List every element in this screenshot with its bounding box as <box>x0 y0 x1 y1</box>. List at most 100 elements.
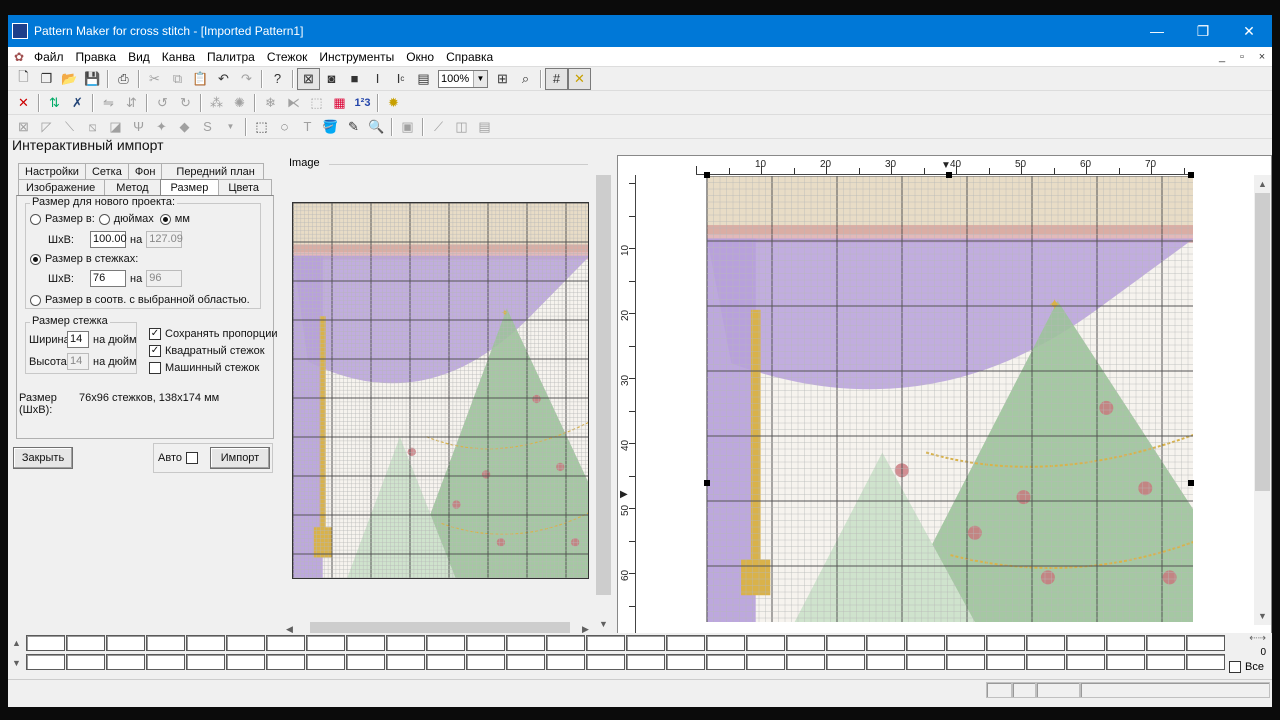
help-icon[interactable]: ? <box>266 68 289 90</box>
list-icon[interactable]: ▤ <box>473 116 496 138</box>
height-stitches-field[interactable]: 96 <box>146 270 183 287</box>
palette-cell[interactable] <box>1106 635 1145 651</box>
tab-image[interactable]: Изображение <box>18 179 106 196</box>
palette-cell[interactable] <box>826 654 865 670</box>
palette-cell[interactable] <box>866 654 905 670</box>
menu-canvas[interactable]: Канва <box>156 50 201 64</box>
palette-cell[interactable] <box>226 654 265 670</box>
palette-cell[interactable] <box>346 635 385 651</box>
palette-cell[interactable] <box>346 654 385 670</box>
color-symbols-view-icon[interactable]: ◙ <box>320 68 343 90</box>
palette-cell[interactable] <box>106 635 145 651</box>
palette-cell[interactable] <box>106 654 145 670</box>
menu-window[interactable]: Окно <box>400 50 440 64</box>
palette-cell[interactable] <box>626 654 665 670</box>
rect-select-icon[interactable]: ⬚ <box>250 116 273 138</box>
machine-stitch-checkbox[interactable] <box>149 362 161 374</box>
copy-icon[interactable]: ⧉ <box>166 68 189 90</box>
undo-icon[interactable]: ↶ <box>212 68 235 90</box>
image-icon[interactable]: ▣ <box>396 116 419 138</box>
palette-cell[interactable] <box>506 654 545 670</box>
palette-cell[interactable] <box>906 654 945 670</box>
text-view-icon[interactable]: Ic <box>389 68 412 90</box>
size-in-stitches-radio[interactable] <box>30 253 41 265</box>
cut-icon[interactable]: ✂ <box>143 68 166 90</box>
palette-cell[interactable] <box>706 654 745 670</box>
palette-cell[interactable] <box>1066 635 1105 651</box>
palette-up-arrow-icon[interactable]: ▲ <box>8 637 25 649</box>
palette-cell[interactable] <box>226 635 265 651</box>
width-stitches-field[interactable]: 76 <box>90 270 126 287</box>
palette-cell[interactable] <box>266 635 305 651</box>
stitch-height-field[interactable]: 14 <box>67 353 89 370</box>
palette-cell[interactable] <box>546 635 585 651</box>
palette-cell[interactable] <box>546 654 585 670</box>
palette-cell[interactable] <box>706 635 745 651</box>
color-blocks-view-icon[interactable]: ■ <box>343 68 366 90</box>
bead-icon[interactable]: ◆ <box>173 116 196 138</box>
mdi-minimize-button[interactable]: _ <box>1212 51 1232 63</box>
palette-cell[interactable] <box>306 635 345 651</box>
quarter-stitch-icon[interactable]: ⟍ <box>58 116 81 138</box>
palette-cell[interactable] <box>66 635 105 651</box>
keep-proportions-checkbox[interactable]: ✓ <box>149 328 161 340</box>
star-stitch-icon[interactable]: ✦ <box>150 116 173 138</box>
menu-stitch[interactable]: Стежок <box>261 50 314 64</box>
print-icon[interactable]: ⎙ <box>112 68 135 90</box>
text-tool-icon[interactable]: T <box>296 116 319 138</box>
save-icon[interactable]: 💾 <box>81 68 104 90</box>
backstitch-icon[interactable]: S <box>196 116 219 138</box>
fork-stitch-icon[interactable]: Ψ <box>127 116 150 138</box>
canvas-vertical-scrollbar[interactable] <box>1254 175 1271 625</box>
tab-foreground[interactable]: Передний план <box>161 163 264 180</box>
menu-tools[interactable]: Инструменты <box>313 50 400 64</box>
palette-cell[interactable] <box>306 654 345 670</box>
replace-color-icon[interactable]: ⇅ <box>43 92 66 114</box>
lasso-icon[interactable]: ◌ <box>273 116 296 138</box>
palette-cell[interactable] <box>1146 635 1185 651</box>
palette-cell[interactable] <box>786 654 825 670</box>
palette-cell[interactable] <box>946 654 985 670</box>
palette-down-arrow-icon[interactable]: ▼ <box>8 657 25 669</box>
square-stitch-checkbox[interactable]: ✓ <box>149 345 161 357</box>
numbering-icon[interactable]: 1²3 <box>351 92 374 114</box>
palette-cell[interactable] <box>1106 654 1145 670</box>
ruler-tool-icon[interactable]: ⟋ <box>427 116 450 138</box>
mdi-close-button[interactable]: × <box>1252 51 1272 63</box>
notes-icon[interactable]: ▤ <box>412 68 435 90</box>
tab-colors[interactable]: Цвета <box>218 179 273 196</box>
palette-cell[interactable] <box>666 654 705 670</box>
remove-stitch-icon[interactable]: ✗ <box>66 92 89 114</box>
palette-cell[interactable] <box>146 635 185 651</box>
symbols-view-icon[interactable]: ⊠ <box>297 67 320 90</box>
palette-cell[interactable] <box>1026 635 1065 651</box>
new-file-icon[interactable]: 🗋 <box>12 68 35 90</box>
ruler-marker-icon[interactable]: ▶ <box>620 489 628 500</box>
palette-cell[interactable] <box>1186 654 1225 670</box>
auto-checkbox[interactable] <box>185 452 198 464</box>
eyedropper-icon[interactable]: ✎ <box>342 116 365 138</box>
palette-cell[interactable] <box>466 654 505 670</box>
selection-handle[interactable] <box>946 172 952 178</box>
pattern-grid[interactable]: ✦ <box>706 176 1193 622</box>
palette-cell[interactable] <box>66 654 105 670</box>
palette-cell[interactable] <box>986 654 1025 670</box>
chevron-down-icon[interactable]: ▼ <box>219 116 242 138</box>
palette-cell[interactable] <box>266 654 305 670</box>
full-stitch-icon[interactable]: ⊠ <box>12 116 35 138</box>
menu-edit[interactable]: Правка <box>70 50 123 64</box>
tab-background[interactable]: Фон <box>127 163 163 180</box>
close-button[interactable]: ✕ <box>1226 15 1272 47</box>
palette-cell[interactable] <box>1026 654 1065 670</box>
flip-horizontal-icon[interactable]: ⇋ <box>97 92 120 114</box>
height-mm-field[interactable]: 127.09 <box>146 231 183 248</box>
magnifier-icon[interactable]: 🔍 <box>365 116 388 138</box>
snowflake-icon[interactable]: ❄ <box>259 92 282 114</box>
size-selection-radio[interactable] <box>30 294 41 306</box>
palette-cell[interactable] <box>586 654 625 670</box>
palette-cell[interactable] <box>986 635 1025 651</box>
palette-cell[interactable] <box>626 635 665 651</box>
palette-cell[interactable] <box>906 635 945 651</box>
palette-cell[interactable] <box>386 654 425 670</box>
palette-cell[interactable] <box>426 654 465 670</box>
